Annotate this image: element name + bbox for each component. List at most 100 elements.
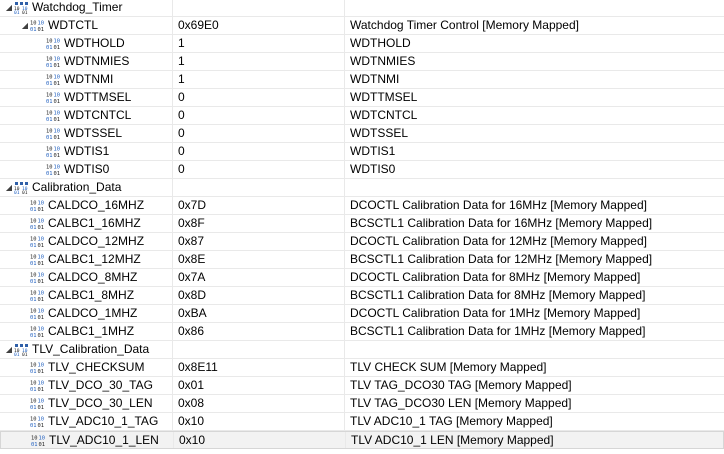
description-cell: TLV CHECK SUM [Memory Mapped]: [350, 360, 547, 374]
description-cell: WDTCNTCL: [350, 108, 418, 122]
description-cell: WDTHOLD: [350, 36, 411, 50]
svg-text:10: 10: [46, 111, 53, 117]
field-row[interactable]: 10 10 01 01 WDTHOLD 1 WDTHOLD: [0, 35, 724, 53]
register-row[interactable]: 10 10 01 01 CALBC1_12MHZ 0x8E BCSCTL1 Calibrat…: [0, 251, 724, 269]
svg-text:10: 10: [46, 39, 53, 45]
field-row[interactable]: 10 10 01 01 WDTIS1 0 WDTIS1: [0, 143, 724, 161]
value-cell[interactable]: 0xBA: [178, 305, 344, 322]
svg-text:01: 01: [54, 81, 61, 86]
value-cell[interactable]: 1: [178, 71, 344, 88]
svg-text:01: 01: [30, 315, 37, 320]
register-row[interactable]: 10 10 01 01 CALBC1_16MHZ 0x8F BCSCTL1 Calibrat…: [0, 215, 724, 233]
register-row[interactable]: 10 10 01 01 CALDCO_8MHZ 0x7A DCOCTL Calibratio…: [0, 269, 724, 287]
register-row[interactable]: 10 10 01 01 CALDCO_1MHZ 0xBA DCOCTL Calibratio…: [0, 305, 724, 323]
field-row[interactable]: 10 10 01 01 WDTSSEL 0 WDTSSEL: [0, 125, 724, 143]
svg-text:01: 01: [39, 442, 46, 447]
value-cell[interactable]: 1: [178, 35, 344, 52]
group-row[interactable]: ◢ 10 10 01 01 Watchdog_Timer: [0, 0, 724, 17]
svg-text:10: 10: [54, 165, 61, 171]
value-cell[interactable]: 0x10: [178, 413, 344, 430]
description-cell: DCOCTL Calibration Data for 8MHz [Memory…: [350, 270, 641, 284]
column-separator: [344, 53, 345, 70]
row-name: TLV_ADC10_1_LEN: [49, 433, 159, 447]
field-row[interactable]: 10 10 01 01 WDTNMI 1 WDTNMI: [0, 71, 724, 89]
binary-register-icon: 10 10 01 01: [30, 199, 45, 214]
value-cell[interactable]: 0x01: [178, 377, 344, 394]
row-name: CALBC1_1MHZ: [48, 324, 135, 338]
binary-register-icon: 10 10 01 01: [30, 253, 45, 268]
binary-register-icon: 10 10 01 01: [30, 235, 45, 250]
name-cell: ◢ 10 10 01 01 TLV_Calibration_Data: [0, 341, 172, 358]
description-cell: BCSCTL1 Calibration Data for 12MHz [Memo…: [350, 252, 653, 266]
binary-register-icon: 10 10 01 01: [30, 289, 45, 304]
svg-text:10: 10: [54, 93, 61, 99]
column-separator: [172, 17, 173, 34]
expand-collapse-icon[interactable]: ◢: [4, 341, 14, 358]
column-separator: [344, 215, 345, 232]
row-name: WDTCTL: [48, 18, 98, 32]
register-row[interactable]: 10 10 01 01 CALDCO_12MHZ 0x87 DCOCTL Calibrati…: [0, 233, 724, 251]
binary-register-icon: 10 10 01 01: [30, 325, 45, 340]
column-separator: [172, 287, 173, 304]
value-cell[interactable]: 0: [178, 161, 344, 178]
register-row[interactable]: 10 10 01 01 TLV_DCO_30_LEN 0x08 TLV TAG_DCO30 …: [0, 395, 724, 413]
name-cell: 10 10 01 01 CALBC1_12MHZ: [0, 251, 172, 268]
register-row[interactable]: 10 10 01 01 TLV_CHECKSUM 0x8E11 TLV CHECK SUM …: [0, 359, 724, 377]
column-separator: [172, 305, 173, 322]
value-cell[interactable]: 0x10: [179, 432, 345, 449]
svg-text:10: 10: [38, 255, 45, 261]
binary-register-icon: 10 10 01 01: [46, 91, 61, 106]
description-cell: WDTNMI: [350, 72, 400, 86]
field-row[interactable]: 10 10 01 01 WDTNMIES 1 WDTNMIES: [0, 53, 724, 71]
svg-text:01: 01: [46, 135, 53, 140]
register-row[interactable]: ◢ 10 10 01 01 WDTCTL 0x69E0 Watchdog Timer Cont…: [0, 17, 724, 35]
column-separator: [344, 287, 345, 304]
register-row[interactable]: 10 10 01 01 CALBC1_1MHZ 0x86 BCSCTL1 Calibrati…: [0, 323, 724, 341]
register-row[interactable]: 10 10 01 01 CALBC1_8MHZ 0x8D BCSCTL1 Calibrati…: [0, 287, 724, 305]
group-row[interactable]: ◢ 10 10 01 01 TLV_Calibration_Data: [0, 341, 724, 359]
value-cell[interactable]: 0x08: [178, 395, 344, 412]
svg-text:10: 10: [46, 129, 53, 135]
name-cell: ◢ 10 10 01 01 Calibration_Data: [0, 179, 172, 196]
expand-collapse-icon[interactable]: ◢: [4, 179, 14, 196]
svg-text:10: 10: [31, 436, 38, 442]
value-cell[interactable]: 0x7A: [178, 269, 344, 286]
field-row[interactable]: 10 10 01 01 WDTTMSEL 0 WDTTMSEL: [0, 89, 724, 107]
svg-text:01: 01: [38, 261, 45, 266]
register-row[interactable]: 10 10 01 01 TLV_DCO_30_TAG 0x01 TLV TAG_DCO30 …: [0, 377, 724, 395]
value-cell[interactable]: 0x8E11: [178, 359, 344, 376]
description-cell: WDTIS0: [350, 162, 396, 176]
value-cell[interactable]: 0: [178, 89, 344, 106]
value-cell[interactable]: 0x7D: [178, 197, 344, 214]
svg-text:01: 01: [38, 243, 45, 248]
description-cell: DCOCTL Calibration Data for 16MHz [Memor…: [350, 198, 647, 212]
value-cell[interactable]: 0x8F: [178, 215, 344, 232]
row-name: WDTNMIES: [64, 54, 130, 68]
value-cell[interactable]: 0x8D: [178, 287, 344, 304]
value-cell[interactable]: 0x69E0: [178, 17, 344, 34]
field-row[interactable]: 10 10 01 01 WDTIS0 0 WDTIS0: [0, 161, 724, 179]
binary-register-icon: 10 10 01 01: [46, 37, 61, 52]
name-cell: 10 10 01 01 WDTTMSEL: [0, 89, 172, 106]
register-row[interactable]: 10 10 01 01 CALDCO_16MHZ 0x7D DCOCTL Calibrati…: [0, 197, 724, 215]
register-row[interactable]: 10 10 01 01 TLV_ADC10_1_LEN 0x10 TLV ADC10_1 L…: [0, 431, 724, 449]
column-separator: [172, 359, 173, 376]
description-cell: BCSCTL1 Calibration Data for 1MHz [Memor…: [350, 324, 646, 338]
value-cell[interactable]: 0: [178, 107, 344, 124]
group-row[interactable]: ◢ 10 10 01 01 Calibration_Data: [0, 179, 724, 197]
value-cell[interactable]: 0x87: [178, 233, 344, 250]
column-separator: [344, 143, 345, 160]
value-cell[interactable]: 0: [178, 125, 344, 142]
expand-collapse-icon[interactable]: ◢: [4, 0, 14, 16]
expand-collapse-icon[interactable]: ◢: [20, 17, 30, 34]
value-cell[interactable]: 1: [178, 53, 344, 70]
value-cell[interactable]: 0x86: [178, 323, 344, 340]
field-row[interactable]: 10 10 01 01 WDTCNTCL 0 WDTCNTCL: [0, 107, 724, 125]
value-cell[interactable]: 0x8E: [178, 251, 344, 268]
column-separator: [344, 395, 345, 412]
register-row[interactable]: 10 10 01 01 TLV_ADC10_1_TAG 0x10 TLV ADC10_1 T…: [0, 413, 724, 431]
value-cell[interactable]: 0: [178, 143, 344, 160]
svg-text:01: 01: [54, 135, 61, 140]
name-cell: 10 10 01 01 TLV_ADC10_1_LEN: [1, 432, 173, 449]
svg-text:01: 01: [22, 352, 28, 356]
